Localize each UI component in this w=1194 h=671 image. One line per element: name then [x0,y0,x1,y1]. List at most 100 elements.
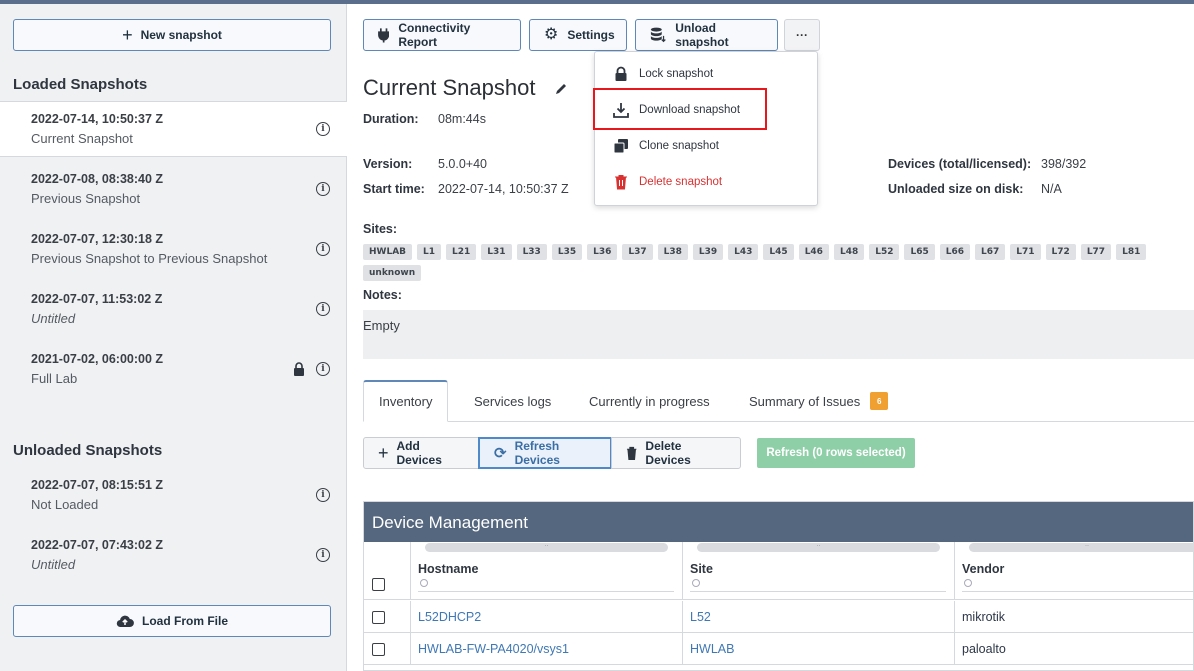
menu-item-clone-snapshot[interactable]: Clone snapshot [595,128,817,164]
load-from-file-label: Load From File [141,614,228,628]
row-checkbox[interactable] [372,611,385,624]
add-devices-label: Add Devices [396,439,442,467]
notes-text: Empty [363,318,400,333]
clone-icon [613,139,628,154]
site-tag: L65 [904,244,935,260]
site-tag: L81 [1116,244,1147,260]
snapshot-date: 2022-07-07, 12:30:18 Z [31,232,164,246]
version-label: Version: [363,157,413,171]
site-tag: L39 [692,244,724,260]
snapshot-name: Previous Snapshot to Previous Snapshot [31,251,268,266]
unloaded-size-label: Unloaded size on disk: [888,182,1024,196]
site-link[interactable]: L52 [690,610,711,624]
site-tag: L33 [516,244,547,260]
trash-icon [626,446,637,460]
hostname-link[interactable]: HWLAB-FW-PA4020/vsys1 [418,642,569,656]
hostname-link[interactable]: L52DHCP2 [418,610,481,624]
table-row[interactable]: L52DHCP2 L52 mikrotik [364,601,1194,633]
vendor-filter-input[interactable] [962,578,1194,592]
tab-currently-in-progress[interactable]: Currently in progress [574,380,725,422]
site-cell[interactable]: L52 [682,601,954,633]
tab-summary-of-issues[interactable]: Summary of Issues 6 [734,380,903,422]
site-tag: L52 [869,244,900,260]
more-label: ··· [796,28,808,42]
column-drag-handle[interactable]: ·· [969,543,1194,552]
row-checkbox[interactable] [372,643,385,656]
select-all-checkbox[interactable] [372,578,385,591]
info-icon[interactable]: i [316,548,330,562]
site-tag: L35 [551,244,583,260]
hostname-cell[interactable]: L52DHCP2 [410,601,682,633]
search-icon [420,579,428,587]
column-drag-handle[interactable]: ·· [425,543,668,552]
notes-box: Empty [363,310,1194,359]
site-link[interactable]: HWLAB [690,642,734,656]
refresh-selected-rows-button[interactable]: Refresh (0 rows selected) [757,438,915,468]
tab-inventory[interactable]: Inventory [363,380,449,422]
plus-icon: + [378,443,389,463]
tab-services-logs[interactable]: Services logs [459,380,566,422]
site-tag: L77 [1080,244,1112,260]
snapshot-item[interactable]: 2022-07-07, 11:53:02 Z Untitled i [0,282,347,338]
snapshot-name: Untitled [31,311,76,326]
snapshot-item[interactable]: 2021-07-02, 06:00:00 Z Full Lab i [0,342,347,398]
column-drag-handle[interactable]: ·· [697,543,940,552]
unload-snapshot-button[interactable]: Unload snapshot [635,19,778,51]
grid-title: Device Management [364,502,1193,542]
site-tag: L1 [417,244,442,260]
version-value: 5.0.0+40 [438,157,488,171]
connectivity-report-button[interactable]: Connectivity Report [363,19,521,51]
column-hostname: ·· Hostname [410,542,682,599]
site-tag: L31 [481,244,512,260]
load-from-file-button[interactable]: Load From File [13,605,331,637]
snapshot-item-current[interactable]: 2022-07-14, 10:50:37 Z Current Snapshot … [0,101,347,157]
column-title: Site [690,562,713,576]
menu-item-delete-snapshot[interactable]: Delete snapshot [595,164,817,200]
menu-item-lock-snapshot[interactable]: Lock snapshot [595,56,817,92]
info-icon[interactable]: i [316,362,330,376]
delete-devices-button[interactable]: Delete Devices [611,437,741,469]
devices-label: Devices (total/licensed): [888,157,1032,171]
info-icon[interactable]: i [316,122,330,136]
column-vendor: ·· Vendor [954,542,1194,599]
new-snapshot-button[interactable]: + New snapshot [13,19,331,51]
site-filter-input[interactable] [690,578,946,592]
hostname-cell[interactable]: HWLAB-FW-PA4020/vsys1 [410,633,682,665]
snapshot-date: 2022-07-07, 07:43:02 Z [31,538,164,552]
menu-item-label: Lock snapshot [639,68,714,80]
snapshot-item[interactable]: 2022-07-07, 07:43:02 Z Untitled i [0,528,347,584]
more-options-button[interactable]: ··· [784,19,820,51]
search-icon [964,579,972,587]
settings-button[interactable]: ⚙ Settings [529,19,627,51]
site-cell[interactable]: HWLAB [682,633,954,665]
notes-label: Notes: [363,288,402,302]
refresh-devices-button[interactable]: ⟳ Refresh Devices [478,437,612,469]
column-site: ·· Site [682,542,954,599]
info-icon[interactable]: i [316,242,330,256]
site-tag-list: HWLAB L1 L21 L31 L33 L35 L36 L37 L38 L39 L43 L45 L46… [363,244,1193,281]
vendor-cell: mikrotik [954,601,1194,633]
snapshot-item[interactable]: 2022-07-07, 08:15:51 Z Not Loaded i [0,468,347,524]
new-snapshot-label: New snapshot [140,28,222,42]
site-tag: unknown [363,265,422,281]
snapshot-date: 2022-07-07, 08:15:51 Z [31,478,164,492]
snapshot-name: Untitled [31,557,76,572]
loaded-snapshots-heading: Loaded Snapshots [13,76,148,93]
refresh-icon: ⟳ [494,444,507,462]
pencil-icon[interactable] [554,82,568,96]
snapshot-item[interactable]: 2022-07-07, 12:30:18 Z Previous Snapshot… [0,222,347,278]
snapshot-item[interactable]: 2022-07-08, 08:38:40 Z Previous Snapshot… [0,162,347,218]
snapshot-date: 2022-07-07, 11:53:02 Z [31,292,163,306]
add-devices-button[interactable]: + Add Devices [363,437,479,469]
info-icon[interactable]: i [316,488,330,502]
site-tag: L43 [728,244,759,260]
site-tag: L66 [939,244,971,260]
site-tag: L72 [1045,244,1076,260]
unloaded-size-value: N/A [1041,182,1062,196]
info-icon[interactable]: i [316,302,330,316]
sites-label: Sites: [363,222,398,236]
hostname-filter-input[interactable] [418,578,674,592]
tab-label: Summary of Issues [749,393,861,409]
table-row[interactable]: HWLAB-FW-PA4020/vsys1 HWLAB paloalto [364,633,1194,665]
info-icon[interactable]: i [316,182,330,196]
